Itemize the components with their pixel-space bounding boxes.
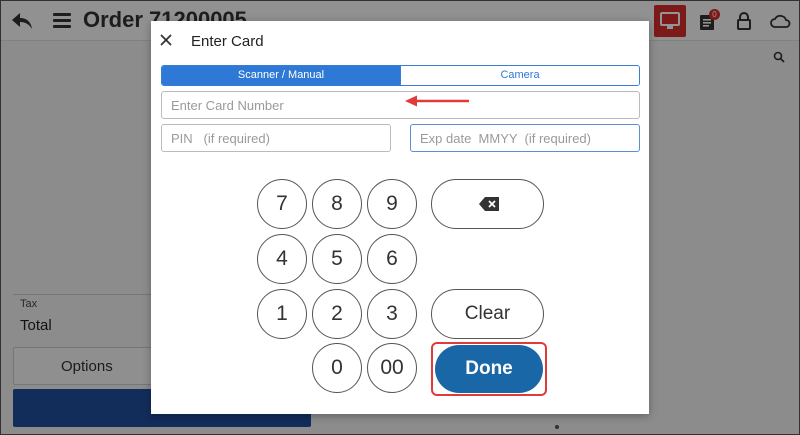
key-0[interactable]: 0 bbox=[312, 343, 362, 393]
input-mode-tabs: Scanner / Manual Camera bbox=[161, 65, 640, 86]
key-5[interactable]: 5 bbox=[312, 234, 362, 284]
exp-date-field[interactable] bbox=[410, 124, 640, 152]
key-4[interactable]: 4 bbox=[257, 234, 307, 284]
key-00[interactable]: 00 bbox=[367, 343, 417, 393]
dialog-header: Enter Card bbox=[151, 21, 649, 61]
key-8[interactable]: 8 bbox=[312, 179, 362, 229]
tab-camera[interactable]: Camera bbox=[400, 66, 639, 85]
key-9[interactable]: 9 bbox=[367, 179, 417, 229]
done-highlight: Done bbox=[431, 342, 547, 396]
tab-scanner-manual[interactable]: Scanner / Manual bbox=[162, 66, 400, 85]
pin-field[interactable] bbox=[161, 124, 391, 152]
backspace-button[interactable] bbox=[431, 179, 544, 229]
annotation-arrow bbox=[405, 95, 469, 107]
pin-input[interactable] bbox=[162, 125, 390, 151]
card-number-field[interactable] bbox=[161, 91, 640, 119]
done-button[interactable]: Done bbox=[435, 345, 543, 393]
enter-card-dialog: Enter Card Scanner / Manual Camera 7 8 9… bbox=[151, 21, 649, 414]
key-1[interactable]: 1 bbox=[257, 289, 307, 339]
clear-button[interactable]: Clear bbox=[431, 289, 544, 339]
key-2[interactable]: 2 bbox=[312, 289, 362, 339]
close-icon[interactable] bbox=[159, 33, 173, 47]
dialog-title: Enter Card bbox=[191, 33, 264, 50]
card-number-input[interactable] bbox=[162, 92, 639, 118]
key-3[interactable]: 3 bbox=[367, 289, 417, 339]
backspace-icon bbox=[479, 197, 499, 211]
exp-date-input[interactable] bbox=[411, 125, 639, 151]
key-6[interactable]: 6 bbox=[367, 234, 417, 284]
key-7[interactable]: 7 bbox=[257, 179, 307, 229]
